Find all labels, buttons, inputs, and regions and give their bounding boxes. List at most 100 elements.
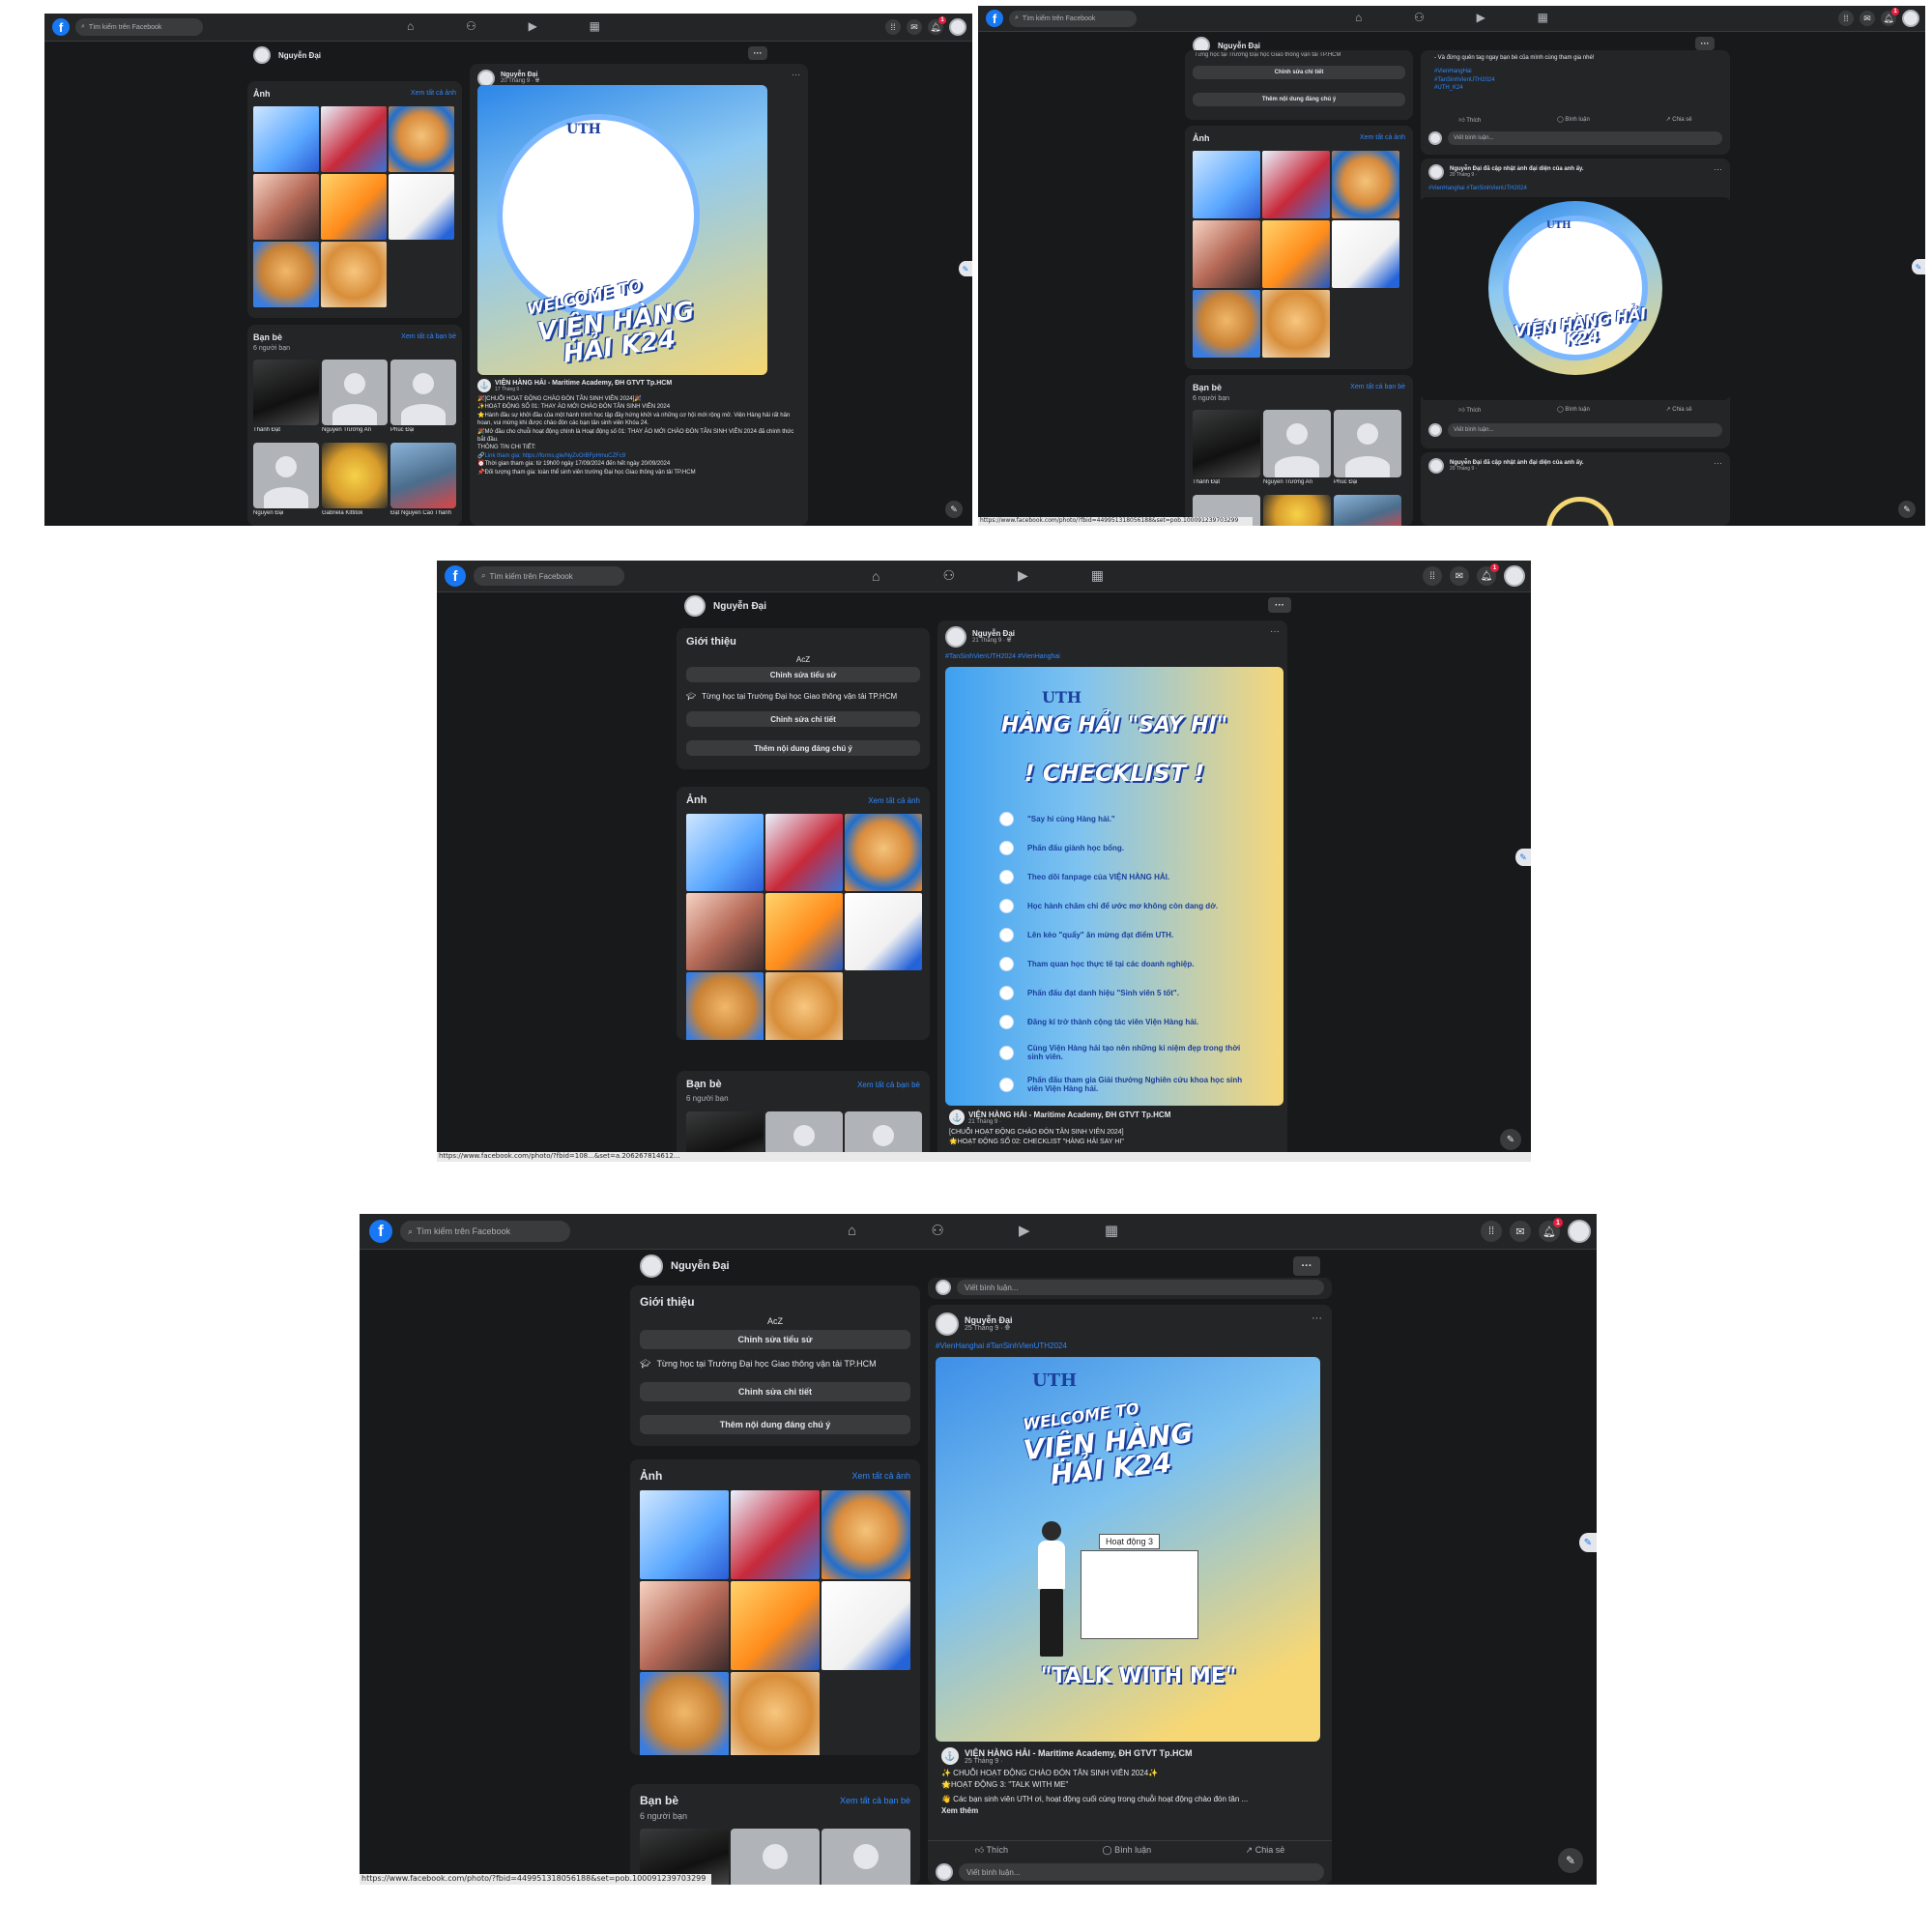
friend-card[interactable] (731, 1829, 820, 1885)
post-image[interactable]: UTH WELCOME TO VIỆN HÀNG HẢI K24 Hoạt độ… (936, 1357, 1320, 1742)
photo-thumbnail[interactable] (765, 972, 843, 1040)
page-logo[interactable]: ⚓ (949, 1110, 965, 1125)
see-more-link[interactable]: Xem thêm (941, 1805, 1322, 1817)
friend-card[interactable] (822, 1829, 910, 1885)
photo-thumbnail[interactable] (686, 972, 764, 1040)
photo-thumbnail[interactable] (389, 106, 454, 172)
page-logo[interactable]: ⚓ (477, 379, 491, 392)
more-options-button[interactable]: ··· (748, 46, 767, 60)
see-all-photos-link[interactable]: Xem tất cả ảnh (851, 1471, 910, 1481)
marketplace-icon[interactable]: ▦ (1105, 1222, 1118, 1239)
photo-thumbnail[interactable] (253, 242, 319, 307)
like-button[interactable]: 👍︎ Thích (1458, 116, 1481, 124)
photo-thumbnail[interactable] (1262, 290, 1330, 358)
photo-thumbnail[interactable] (686, 814, 764, 891)
home-icon[interactable]: ⌂ (848, 1222, 856, 1239)
comment-avatar[interactable] (936, 1863, 953, 1881)
profile-name[interactable]: Nguyễn Đại (713, 601, 766, 612)
notifications-icon[interactable]: 🔔︎ 1 (1881, 8, 1899, 26)
shared-page-name[interactable]: VIỆN HÀNG HẢI - Maritime Academy, ĐH GTV… (968, 1110, 1170, 1119)
photo-thumbnail[interactable] (1262, 220, 1330, 288)
like-button[interactable]: 👍︎ Thích (975, 1845, 1008, 1856)
photo-thumbnail[interactable] (389, 174, 454, 240)
share-button[interactable]: ↗ Chia sẻ (1666, 116, 1692, 124)
see-all-friends-link[interactable]: Xem tất cả bạn bè (401, 333, 456, 340)
comment-avatar[interactable] (936, 1280, 951, 1295)
messenger-icon[interactable]: ✉ (907, 19, 922, 35)
profile-name[interactable]: Nguyễn Đại (278, 51, 321, 60)
more-options-button[interactable]: ··· (1268, 597, 1291, 613)
friend-card[interactable]: Thành Đạt (253, 360, 319, 433)
friends-icon[interactable]: ⚇ (1414, 11, 1425, 24)
shared-page-name[interactable]: VIỆN HÀNG HẢI - Maritime Academy, ĐH GTV… (965, 1748, 1193, 1758)
friend-card[interactable]: Nguyễn Đại (253, 443, 319, 516)
watch-icon[interactable]: ▶ (1019, 1222, 1030, 1239)
profile-avatar[interactable] (253, 46, 271, 64)
friend-card[interactable]: Phúc Đại (390, 360, 456, 433)
comment-button[interactable]: ◯ Bình luận (1557, 116, 1590, 124)
account-avatar[interactable] (1568, 1220, 1591, 1243)
account-avatar[interactable] (1504, 565, 1525, 587)
chat-bubble-icon[interactable]: ✎ (959, 261, 972, 276)
profile-name[interactable]: Nguyễn Đại (671, 1260, 730, 1272)
photo-thumbnail[interactable] (640, 1581, 729, 1670)
share-button[interactable]: ↗ Chia sẻ (1666, 406, 1692, 414)
comment-input[interactable]: Viết bình luận... (1448, 423, 1722, 437)
friend-card[interactable] (1263, 495, 1331, 526)
post-date[interactable]: 20 Tháng 9 · (1450, 172, 1584, 178)
profile-avatar[interactable] (640, 1254, 663, 1278)
friends-icon[interactable]: ⚇ (466, 19, 476, 33)
photo-thumbnail[interactable] (822, 1490, 910, 1579)
search-input[interactable]: ⌕ Tìm kiếm trên Facebook (1009, 10, 1137, 27)
new-message-button[interactable]: ✎ (1500, 1129, 1521, 1150)
friend-card[interactable]: Đạt Nguyen Cao Thanh (390, 443, 456, 516)
edit-details-button[interactable]: Chỉnh sửa chi tiết (1193, 66, 1405, 79)
post-options-icon[interactable]: ··· (792, 70, 800, 79)
friend-card[interactable]: Thành Đạt (1193, 410, 1260, 485)
friends-icon[interactable]: ⚇ (931, 1222, 943, 1239)
post-author-name[interactable]: Nguyễn Đại (965, 1315, 1013, 1325)
post-date[interactable]: 21 Tháng 9 · 🌐︎ (972, 638, 1015, 645)
menu-grid-icon[interactable]: ⁞⁞ (1481, 1221, 1502, 1242)
notifications-icon[interactable]: 🔔︎ 1 (1477, 563, 1499, 586)
shared-page-name[interactable]: VIỆN HÀNG HẢI - Maritime Academy, ĐH GTV… (495, 380, 672, 387)
marketplace-icon[interactable]: ▦ (1538, 11, 1548, 24)
post-options-icon[interactable]: ··· (1312, 1312, 1322, 1324)
post-options-icon[interactable]: ··· (1714, 164, 1722, 174)
photo-thumbnail[interactable] (1193, 151, 1260, 218)
photo-thumbnail[interactable] (321, 174, 387, 240)
home-icon[interactable]: ⌂ (407, 19, 414, 33)
post-author-name[interactable]: Nguyễn Đại (501, 72, 539, 78)
friend-card[interactable] (1334, 495, 1401, 526)
more-options-button[interactable]: ··· (1695, 37, 1715, 50)
photo-thumbnail[interactable] (731, 1490, 820, 1579)
comment-avatar[interactable] (1428, 423, 1442, 437)
post-image[interactable]: UTH HÀNG HẢI "SAY HI" ! CHECKLIST ! "Say… (945, 667, 1283, 1106)
photo-thumbnail[interactable] (1193, 220, 1260, 288)
post-author-avatar[interactable] (936, 1312, 959, 1336)
menu-grid-icon[interactable]: ⁞⁞ (1423, 566, 1442, 586)
post-author-avatar[interactable] (1428, 164, 1444, 180)
post-options-icon[interactable]: ··· (1270, 626, 1280, 637)
photo-thumbnail[interactable] (1332, 151, 1399, 218)
comment-button[interactable]: ◯ Bình luận (1557, 406, 1590, 414)
post-author-avatar[interactable] (945, 626, 966, 648)
post-author-name[interactable]: Nguyễn Đại (972, 629, 1015, 638)
watch-icon[interactable]: ▶ (1477, 11, 1485, 24)
facebook-logo[interactable]: f (445, 565, 466, 587)
home-icon[interactable]: ⌂ (872, 567, 879, 584)
see-all-friends-link[interactable]: Xem tất cả bạn bè (1350, 384, 1405, 390)
see-all-photos-link[interactable]: Xem tất cả ảnh (411, 90, 456, 97)
menu-grid-icon[interactable]: ⁞⁞ (885, 19, 901, 35)
edit-details-button[interactable]: Chỉnh sửa chi tiết (686, 711, 920, 727)
photo-thumbnail[interactable] (321, 242, 387, 307)
friend-card[interactable]: Nguyễn Trường An (1263, 410, 1331, 485)
messenger-icon[interactable]: ✉ (1450, 566, 1469, 586)
photo-thumbnail[interactable] (845, 893, 922, 970)
photo-thumbnail[interactable] (731, 1672, 820, 1755)
watch-icon[interactable]: ▶ (1018, 567, 1028, 584)
messenger-icon[interactable]: ✉ (1860, 11, 1875, 26)
new-message-button[interactable]: ✎ (945, 501, 963, 518)
photo-thumbnail[interactable] (731, 1581, 820, 1670)
profile-avatar[interactable] (684, 595, 706, 617)
